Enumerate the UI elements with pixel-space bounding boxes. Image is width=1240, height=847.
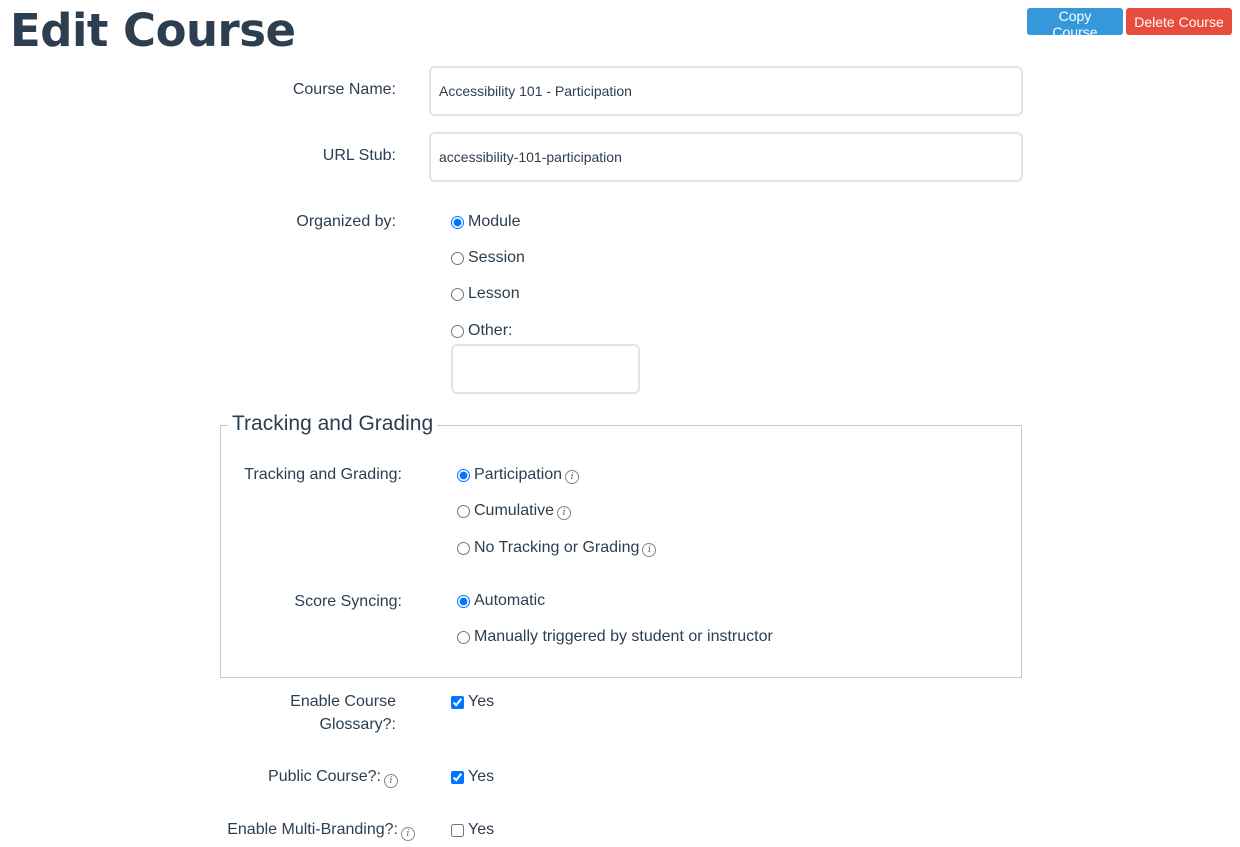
info-icon[interactable]: i bbox=[401, 827, 415, 841]
organized-lesson-label: Lesson bbox=[468, 285, 520, 302]
course-name-label: Course Name: bbox=[292, 81, 396, 98]
sync-manual-radio[interactable] bbox=[457, 630, 470, 644]
url-stub-input[interactable] bbox=[429, 132, 1023, 182]
tracking-participation-label: Participation bbox=[474, 466, 563, 483]
organized-session-option[interactable]: Session bbox=[451, 247, 525, 269]
glossary-option[interactable]: Yes bbox=[451, 691, 494, 713]
organized-module-label: Module bbox=[468, 213, 521, 230]
sync-automatic-option[interactable]: Automatic bbox=[457, 590, 545, 612]
organized-other-label: Other: bbox=[468, 322, 513, 339]
public-course-checkbox[interactable] bbox=[451, 770, 464, 784]
tracking-participation-radio[interactable] bbox=[457, 468, 470, 482]
score-syncing-label: Score Syncing: bbox=[294, 593, 402, 610]
tracking-cumulative-label: Cumulative bbox=[474, 502, 555, 519]
organized-lesson-option[interactable]: Lesson bbox=[451, 283, 520, 305]
organized-lesson-radio[interactable] bbox=[451, 287, 464, 301]
info-icon[interactable]: i bbox=[557, 506, 572, 520]
glossary-yes-label: Yes bbox=[468, 693, 495, 710]
sync-manual-option[interactable]: Manually triggered by student or instruc… bbox=[457, 626, 773, 648]
tracking-cumulative-radio[interactable] bbox=[457, 504, 470, 518]
tracking-none-radio[interactable] bbox=[457, 541, 470, 555]
sync-automatic-label: Automatic bbox=[474, 592, 546, 609]
glossary-label-line2: Glossary?: bbox=[319, 716, 396, 733]
organized-other-input[interactable] bbox=[451, 344, 640, 394]
multi-branding-option[interactable]: Yes bbox=[451, 819, 494, 841]
info-icon[interactable]: i bbox=[565, 470, 580, 484]
tracking-cumulative-option[interactable]: Cumulative i bbox=[457, 500, 572, 522]
public-course-option[interactable]: Yes bbox=[451, 766, 494, 788]
glossary-label: Enable Course Glossary?: bbox=[200, 690, 396, 736]
multi-branding-label: Enable Multi-Branding?: i bbox=[200, 818, 415, 841]
multi-branding-yes-label: Yes bbox=[468, 821, 495, 838]
glossary-checkbox[interactable] bbox=[451, 695, 464, 709]
multi-branding-checkbox[interactable] bbox=[451, 823, 464, 837]
sync-automatic-radio[interactable] bbox=[457, 594, 470, 608]
organized-other-option[interactable]: Other: bbox=[451, 320, 512, 342]
copy-course-button[interactable]: Copy Course bbox=[1027, 8, 1123, 40]
organized-module-radio[interactable] bbox=[451, 215, 464, 229]
tracking-legend: Tracking and Grading bbox=[228, 412, 438, 436]
page-title: Edit Course bbox=[10, 4, 296, 57]
public-course-label-text: Public Course?: bbox=[268, 768, 381, 785]
info-icon[interactable]: i bbox=[642, 543, 657, 557]
delete-course-button[interactable]: Delete Course bbox=[1126, 8, 1232, 35]
public-course-label: Public Course?: i bbox=[200, 765, 398, 788]
course-name-input[interactable] bbox=[429, 66, 1023, 116]
tracking-none-option[interactable]: No Tracking or Grading i bbox=[457, 537, 657, 559]
tracking-participation-option[interactable]: Participation i bbox=[457, 464, 580, 486]
organized-session-label: Session bbox=[468, 249, 525, 266]
organized-by-label: Organized by: bbox=[296, 213, 396, 230]
tracking-label: Tracking and Grading: bbox=[244, 466, 402, 483]
organized-other-radio[interactable] bbox=[451, 324, 464, 338]
organized-session-radio[interactable] bbox=[451, 251, 464, 265]
organized-module-option[interactable]: Module bbox=[451, 211, 520, 233]
info-icon[interactable]: i bbox=[384, 774, 398, 788]
sync-manual-label: Manually triggered by student or instruc… bbox=[474, 628, 773, 645]
glossary-label-line1: Enable Course bbox=[290, 693, 396, 710]
url-stub-label: URL Stub: bbox=[322, 147, 396, 164]
multi-branding-label-text: Enable Multi-Branding?: bbox=[227, 821, 398, 838]
public-course-yes-label: Yes bbox=[468, 768, 495, 785]
tracking-none-label: No Tracking or Grading bbox=[474, 539, 640, 556]
